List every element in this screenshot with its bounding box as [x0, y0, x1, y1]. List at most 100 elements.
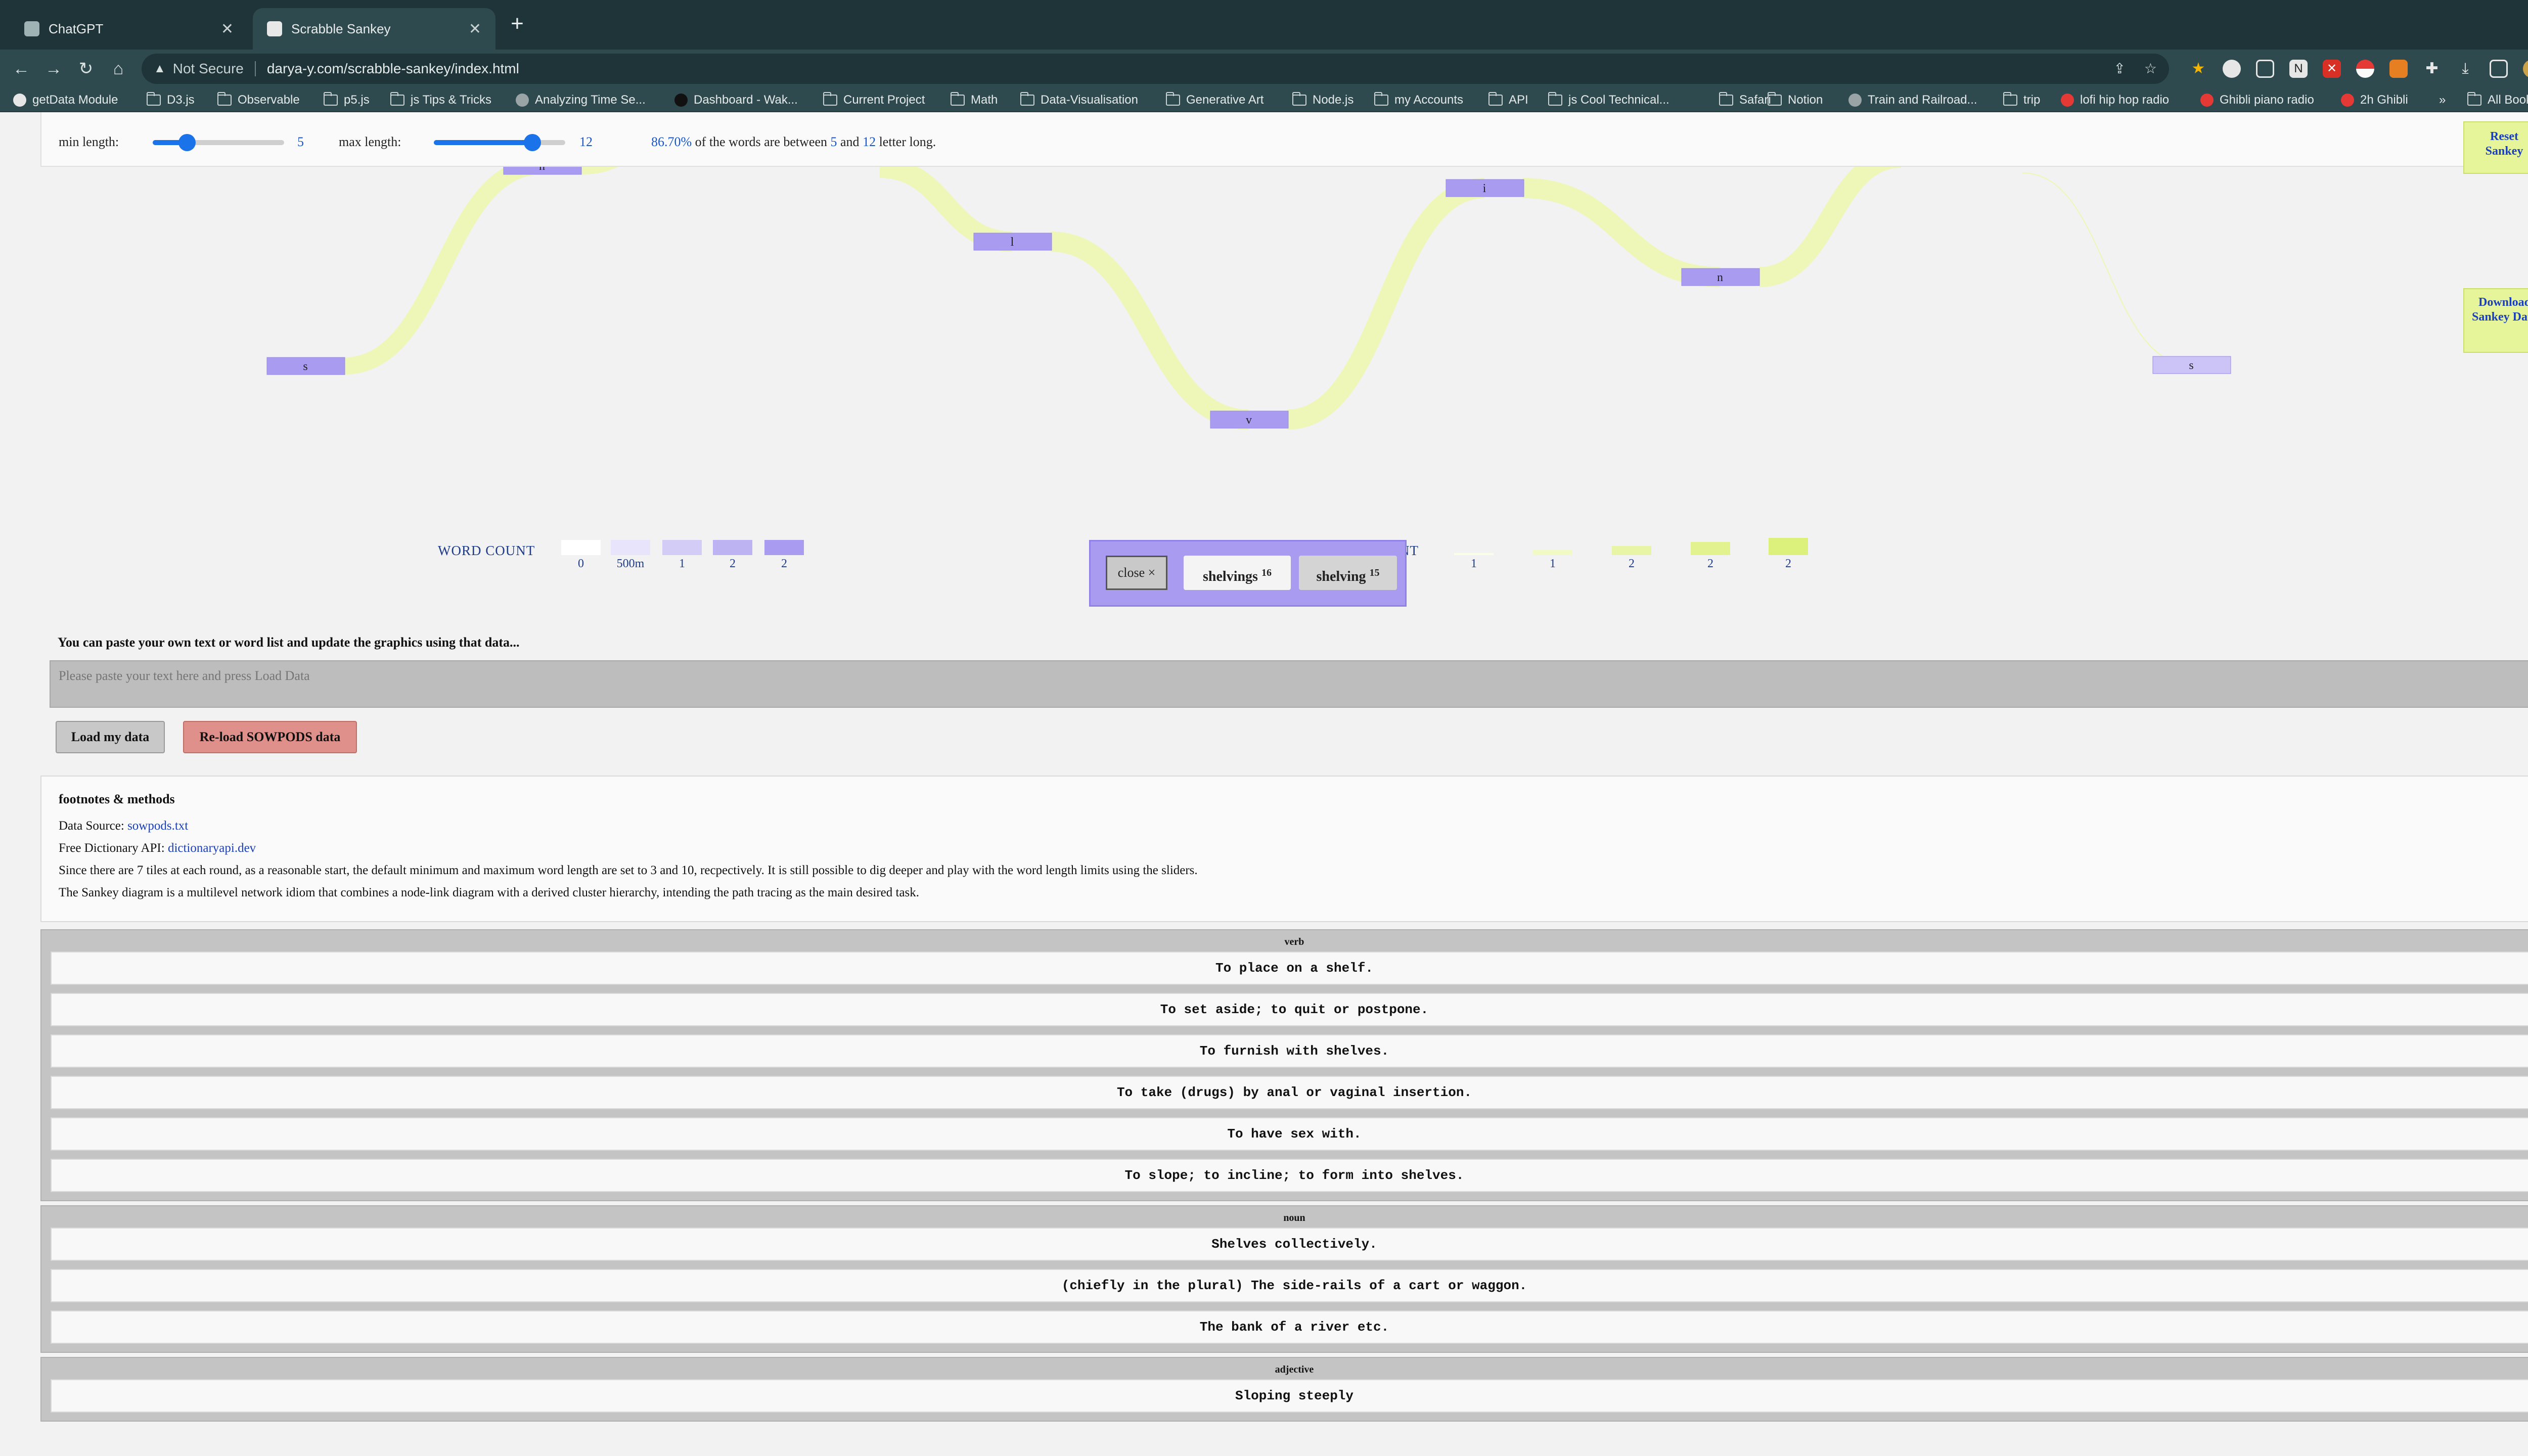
word-chip[interactable]: shelvings 16: [1184, 556, 1291, 590]
sankey-link[interactable]: [1522, 178, 1721, 287]
bookmark-item[interactable]: getData Module: [13, 92, 118, 108]
sankey-link[interactable]: [1050, 232, 1249, 430]
bookmark-item[interactable]: Safari: [1719, 92, 1771, 108]
footnote-text: The Sankey diagram is a multilevel netwo…: [59, 886, 920, 899]
forward-icon[interactable]: →: [40, 56, 67, 82]
sankey-link[interactable]: [343, 157, 543, 375]
reset-sankey-button[interactable]: Reset Sankey: [2463, 121, 2528, 174]
bookmark-item[interactable]: Observable: [217, 92, 300, 108]
legend-swatch: [662, 540, 702, 555]
bookmark-item[interactable]: trip: [2003, 92, 2040, 108]
download-sankey-data-button[interactable]: Download Sankey Data: [2463, 288, 2528, 353]
tab-chatgpt[interactable]: ChatGPT ✕: [10, 8, 248, 50]
close-tab-icon[interactable]: ✕: [469, 20, 481, 38]
back-icon[interactable]: ←: [8, 56, 34, 82]
bookmark-label: p5.js: [344, 93, 370, 107]
site-icon: [2200, 94, 2214, 107]
sankey-link[interactable]: [1758, 148, 1902, 287]
all-bookmarks[interactable]: All Bookmarks: [2467, 92, 2528, 108]
definition-item: To set aside; to quit or postpone.: [51, 993, 2528, 1026]
bookmark-label: Safari: [1739, 93, 1771, 107]
bookmark-item[interactable]: Data-Visualisation: [1020, 92, 1138, 108]
bookmark-item[interactable]: Dashboard - Wak...: [674, 92, 798, 108]
pokeball-extension-icon[interactable]: [2356, 60, 2374, 78]
tab-scrabble-sankey[interactable]: Scrabble Sankey ✕: [253, 8, 495, 50]
bookmark-label: Observable: [238, 93, 300, 107]
sankey-link[interactable]: [1286, 178, 1485, 430]
legend-swatch: [1533, 550, 1572, 555]
share-icon[interactable]: ⇪: [2114, 60, 2126, 78]
part-of-speech: verb: [1284, 936, 1304, 947]
fox-extension-icon[interactable]: [2389, 60, 2408, 78]
folder-icon: [2003, 92, 2017, 106]
stat-text: letter long.: [876, 134, 936, 149]
min-length-value: 5: [297, 134, 304, 149]
folder-icon: [1719, 92, 1733, 106]
max-length-label: max length:: [339, 134, 401, 149]
folder-icon: [1548, 92, 1562, 106]
legend-swatch: [611, 540, 650, 555]
max-length-slider-handle[interactable]: [524, 134, 541, 151]
bookmark-item[interactable]: lofi hip hop radio: [2061, 92, 2169, 108]
notion-extension-icon[interactable]: N: [2289, 60, 2308, 78]
definition-group: verb To place on a shelf. To set aside; to…: [40, 929, 2528, 1201]
bookmark-item[interactable]: D3.js: [147, 92, 195, 108]
word-chip[interactable]: shelving 15: [1299, 556, 1397, 590]
puzzle-extension-icon[interactable]: ✚: [2423, 60, 2441, 78]
min-length-slider-handle[interactable]: [178, 134, 196, 151]
legend-label: 500m: [616, 557, 645, 570]
new-tab-icon[interactable]: +: [505, 11, 530, 36]
bookmark-item[interactable]: js Cool Technical...: [1548, 92, 1669, 108]
bookmark-item[interactable]: 2h Ghibli: [2341, 92, 2408, 108]
all-bookmarks-label: All Bookmarks: [2488, 93, 2528, 107]
length-controls-panel: min length: 5 max length: 12 86.70% of t…: [40, 112, 2528, 167]
reload-sowpods-button[interactable]: Re-load SOWPODS data: [183, 721, 357, 753]
home-icon[interactable]: ⌂: [105, 56, 131, 82]
api-line: Free Dictionary API: dictionaryapi.dev: [59, 841, 2528, 855]
bookmark-item[interactable]: Generative Art: [1166, 92, 1263, 108]
bookmark-item[interactable]: js Tips & Tricks: [390, 92, 491, 108]
bookmark-item[interactable]: p5.js: [324, 92, 370, 108]
bookmark-label: my Accounts: [1394, 93, 1464, 107]
part-of-speech: noun: [1283, 1212, 1305, 1223]
bookmark-label: getData Module: [32, 93, 118, 107]
word-chip-score: 16: [1261, 567, 1272, 578]
address-bar[interactable]: ▲ Not Secure darya-y.com/scrabble-sankey…: [142, 54, 2169, 84]
definition-item: The bank of a river etc.: [51, 1310, 2528, 1344]
close-tab-icon[interactable]: ✕: [221, 20, 234, 38]
profile-avatar-icon[interactable]: [2523, 60, 2528, 78]
sankey-link[interactable]: [879, 158, 1013, 252]
bookmark-item[interactable]: Node.js: [1292, 92, 1353, 108]
sankey-link[interactable]: [2022, 172, 2192, 366]
folder-icon: [1020, 92, 1034, 106]
sowpods-link[interactable]: sowpods.txt: [127, 819, 188, 833]
bookmark-label: Current Project: [843, 93, 925, 107]
bookmark-item[interactable]: Train and Railroad...: [1848, 92, 1977, 108]
max-length-value: 12: [579, 134, 593, 149]
pdf-extension-icon[interactable]: ✕: [2323, 60, 2341, 78]
word-chip-text: shelving: [1316, 569, 1366, 585]
bookmark-item[interactable]: Analyzing Time Se...: [516, 92, 646, 108]
screenshot-extension-icon[interactable]: [2256, 60, 2274, 78]
footnotes-title: footnotes & methods: [59, 792, 175, 806]
bookmark-star-icon[interactable]: ☆: [2144, 60, 2157, 78]
load-my-data-button[interactable]: Load my data: [56, 721, 165, 753]
bookmarks-overflow-icon[interactable]: »: [2439, 92, 2446, 108]
download-icon[interactable]: ⤓: [2456, 60, 2474, 78]
bookmark-item[interactable]: Notion: [1768, 92, 1823, 108]
bookmark-item[interactable]: Ghibli piano radio: [2200, 92, 2314, 108]
reload-icon[interactable]: ↻: [73, 56, 99, 82]
popup-close-button[interactable]: close ×: [1106, 556, 1167, 590]
bookmark-item[interactable]: Math: [951, 92, 998, 108]
paste-text-input[interactable]: [50, 660, 2528, 708]
circle-extension-icon[interactable]: [2223, 60, 2241, 78]
side-panel-icon[interactable]: [2490, 60, 2508, 78]
bookmark-item[interactable]: API: [1488, 92, 1528, 108]
dictionaryapi-link[interactable]: dictionaryapi.dev: [168, 841, 256, 855]
max-length-slider[interactable]: [434, 134, 565, 151]
legend-swatch: [1691, 542, 1730, 555]
star-extension-icon[interactable]: ★: [2189, 60, 2207, 78]
bookmark-item[interactable]: my Accounts: [1374, 92, 1463, 108]
min-length-slider[interactable]: [153, 134, 284, 151]
bookmark-item[interactable]: Current Project: [823, 92, 925, 108]
